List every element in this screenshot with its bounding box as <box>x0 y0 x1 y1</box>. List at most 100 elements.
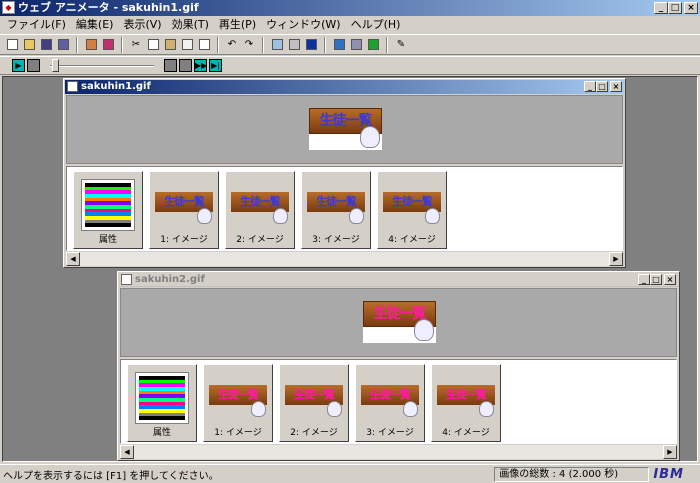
status-bar: ヘルプを表示するには [F1] を押してください。 画像の総数 : 4 (2.0… <box>0 464 700 483</box>
minimize-button[interactable]: _ <box>654 2 668 14</box>
frame-label: 4: イメージ <box>388 235 436 245</box>
edit-image-icon[interactable] <box>348 37 364 53</box>
stop-icon[interactable] <box>27 59 40 72</box>
play-icon[interactable]: ▶ <box>12 59 25 72</box>
horizontal-scrollbar[interactable]: ◀ ▶ <box>66 252 623 266</box>
toolbar-separator <box>324 36 326 53</box>
frame-thumbnail: 生徒一覧 <box>437 379 495 417</box>
frame-strip: 属性 生徒一覧 1: イメージ 生徒一覧 2: イメージ 生徒一覧 3: イメー… <box>66 166 623 251</box>
pencil-icon[interactable]: ✎ <box>393 37 409 53</box>
cut-icon[interactable]: ✂ <box>128 37 144 53</box>
document-icon <box>121 274 132 285</box>
first-frame-icon[interactable] <box>164 59 177 72</box>
document-title-bar[interactable]: sakuhin2.gif _ □ × <box>119 273 678 287</box>
menu-effects[interactable]: 効果(T) <box>167 16 214 33</box>
frame-thumbnail: 生徒一覧 <box>285 379 343 417</box>
frame-label: 属性 <box>152 428 171 438</box>
document-title-bar[interactable]: sakuhin1.gif _ □ × <box>65 80 624 94</box>
save-icon[interactable] <box>38 37 54 53</box>
maximize-button[interactable]: □ <box>650 274 662 285</box>
app-icon: ◆ <box>2 1 15 14</box>
main-toolbar: ✂ ↶ ↷ ✎ <box>0 34 700 55</box>
wizard-icon[interactable] <box>83 37 99 53</box>
minimize-button[interactable]: _ <box>638 274 650 285</box>
frame-label: 1: イメージ <box>214 428 262 438</box>
frame-4[interactable]: 生徒一覧 4: イメージ <box>377 171 447 249</box>
toolbar-separator <box>262 36 264 53</box>
scroll-left-button[interactable]: ◀ <box>120 445 134 459</box>
text-effect-icon[interactable] <box>365 37 381 53</box>
ghost-mascot-icon <box>360 126 380 148</box>
maximize-button[interactable]: □ <box>668 2 682 14</box>
document-icon <box>67 81 78 92</box>
save-as-icon[interactable] <box>55 37 71 53</box>
menu-window[interactable]: ウィンドウ(W) <box>261 16 345 33</box>
animation-preview: 生徒一覧 <box>120 288 677 357</box>
prev-frame-icon[interactable] <box>179 59 192 72</box>
menu-file[interactable]: ファイル(F) <box>2 16 71 33</box>
view-icon[interactable] <box>303 37 319 53</box>
ibm-logo: IBM <box>653 466 684 482</box>
frame-thumbnail: 生徒一覧 <box>231 186 289 224</box>
frame-icon[interactable] <box>286 37 302 53</box>
insert-icon[interactable] <box>269 37 285 53</box>
preview-banner-image: 生徒一覧 <box>309 108 382 150</box>
frame-thumbnail: 生徒一覧 <box>307 186 365 224</box>
palette-icon[interactable] <box>100 37 116 53</box>
frame-thumbnail: 生徒一覧 <box>361 379 419 417</box>
frame-properties[interactable]: 属性 <box>127 364 197 442</box>
undo-icon[interactable]: ↶ <box>224 37 240 53</box>
redo-icon[interactable]: ↷ <box>241 37 257 53</box>
frame-3[interactable]: 生徒一覧 3: イメージ <box>355 364 425 442</box>
title-bar: ◆ ウェブ アニメータ - sakuhin1.gif _ □ × <box>0 0 700 16</box>
scroll-right-button[interactable]: ▶ <box>663 445 677 459</box>
minimize-button[interactable]: _ <box>584 81 596 92</box>
next-frame-icon[interactable]: ▶▶ <box>194 59 207 72</box>
duplicate-icon[interactable] <box>196 37 212 53</box>
menu-view[interactable]: 表示(V) <box>118 16 166 33</box>
status-help-text: ヘルプを表示するには [F1] を押してください。 <box>3 470 219 482</box>
new-icon[interactable] <box>4 37 20 53</box>
frame-label: 3: イメージ <box>312 235 360 245</box>
scroll-left-button[interactable]: ◀ <box>66 252 80 266</box>
status-frame-summary: 画像の総数 : 4 (2.000 秒) <box>494 466 650 482</box>
frame-slider[interactable] <box>50 59 154 72</box>
horizontal-scrollbar[interactable]: ◀ ▶ <box>120 445 677 459</box>
frame-properties[interactable]: 属性 <box>73 171 143 249</box>
document-window-sakuhin1[interactable]: sakuhin1.gif _ □ × 生徒一覧 属性 生徒一覧 1: イメージ … <box>63 78 626 268</box>
menu-bar: ファイル(F) 編集(E) 表示(V) 効果(T) 再生(P) ウィンドウ(W)… <box>0 16 700 33</box>
app-window: ◆ ウェブ アニメータ - sakuhin1.gif _ □ × ファイル(F)… <box>0 0 700 483</box>
document-window-sakuhin2[interactable]: sakuhin2.gif _ □ × 生徒一覧 属性 生徒一覧 1: イメージ … <box>117 271 680 461</box>
menu-play[interactable]: 再生(P) <box>214 16 261 33</box>
close-button[interactable]: × <box>664 274 676 285</box>
maximize-button[interactable]: □ <box>596 81 608 92</box>
animation-preview: 生徒一覧 <box>66 95 623 164</box>
menu-edit[interactable]: 編集(E) <box>71 16 119 33</box>
open-icon[interactable] <box>21 37 37 53</box>
palette-swatch <box>135 372 189 424</box>
frame-label: 3: イメージ <box>366 428 414 438</box>
frame-label: 属性 <box>98 235 117 245</box>
frame-1[interactable]: 生徒一覧 1: イメージ <box>203 364 273 442</box>
preview-banner-image: 生徒一覧 <box>363 301 436 343</box>
frame-3[interactable]: 生徒一覧 3: イメージ <box>301 171 371 249</box>
last-frame-icon[interactable]: ▶| <box>209 59 222 72</box>
eraser-icon[interactable] <box>179 37 195 53</box>
paste-icon[interactable] <box>162 37 178 53</box>
frame-1[interactable]: 生徒一覧 1: イメージ <box>149 171 219 249</box>
close-button[interactable]: × <box>610 81 622 92</box>
close-button[interactable]: × <box>684 2 698 14</box>
toolbar-separator <box>121 36 123 53</box>
toolbar-separator <box>76 36 78 53</box>
slider-thumb[interactable] <box>52 59 59 72</box>
frame-2[interactable]: 生徒一覧 2: イメージ <box>279 364 349 442</box>
menu-help[interactable]: ヘルプ(H) <box>346 16 406 33</box>
scroll-right-button[interactable]: ▶ <box>609 252 623 266</box>
image-icon[interactable] <box>331 37 347 53</box>
frame-4[interactable]: 生徒一覧 4: イメージ <box>431 364 501 442</box>
frame-2[interactable]: 生徒一覧 2: イメージ <box>225 171 295 249</box>
copy-icon[interactable] <box>145 37 161 53</box>
mdi-workspace: sakuhin1.gif _ □ × 生徒一覧 属性 生徒一覧 1: イメージ … <box>2 76 698 462</box>
palette-swatch <box>81 179 135 231</box>
window-title: ウェブ アニメータ - sakuhin1.gif <box>18 1 199 14</box>
